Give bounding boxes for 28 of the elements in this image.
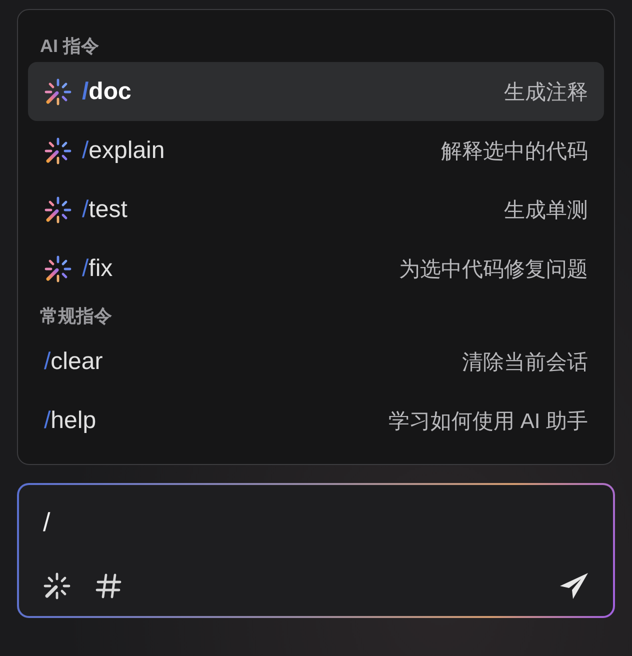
sparkle-wand-icon [44, 136, 72, 164]
command-description: 生成注释 [504, 80, 588, 106]
command-name: /fix [82, 254, 113, 282]
hash-icon[interactable] [95, 572, 123, 600]
command-description: 为选中代码修复问题 [399, 256, 588, 282]
sparkle-wand-icon[interactable] [43, 572, 71, 600]
sparkle-wand-icon [44, 78, 72, 106]
command-name: /explain [82, 136, 165, 164]
command-item[interactable]: /doc 生成注释 [28, 62, 604, 121]
sparkle-wand-icon [44, 196, 72, 224]
command-description: 解释选中的代码 [441, 138, 588, 164]
chat-input[interactable]: / [17, 483, 615, 618]
command-item[interactable]: /clear 清除当前会话 [28, 332, 604, 391]
command-name: /doc [82, 78, 132, 106]
group-title: AI 指令 [39, 35, 100, 58]
command-description: 生成单测 [504, 198, 588, 224]
command-item[interactable]: /help 学习如何使用 AI 助手 [28, 391, 604, 450]
command-name: /test [82, 196, 128, 224]
command-item[interactable]: /fix 为选中代码修复问题 [28, 239, 604, 298]
sparkle-wand-icon [44, 254, 72, 282]
group-title: 常规指令 [39, 305, 113, 328]
command-name: /clear [44, 348, 103, 376]
command-description: 清除当前会话 [462, 350, 588, 376]
command-description: 学习如何使用 AI 助手 [388, 408, 588, 434]
command-item[interactable]: /explain 解释选中的代码 [28, 121, 604, 180]
send-icon[interactable] [559, 572, 589, 600]
command-name: /help [44, 406, 96, 434]
command-item[interactable]: /test 生成单测 [28, 180, 604, 239]
